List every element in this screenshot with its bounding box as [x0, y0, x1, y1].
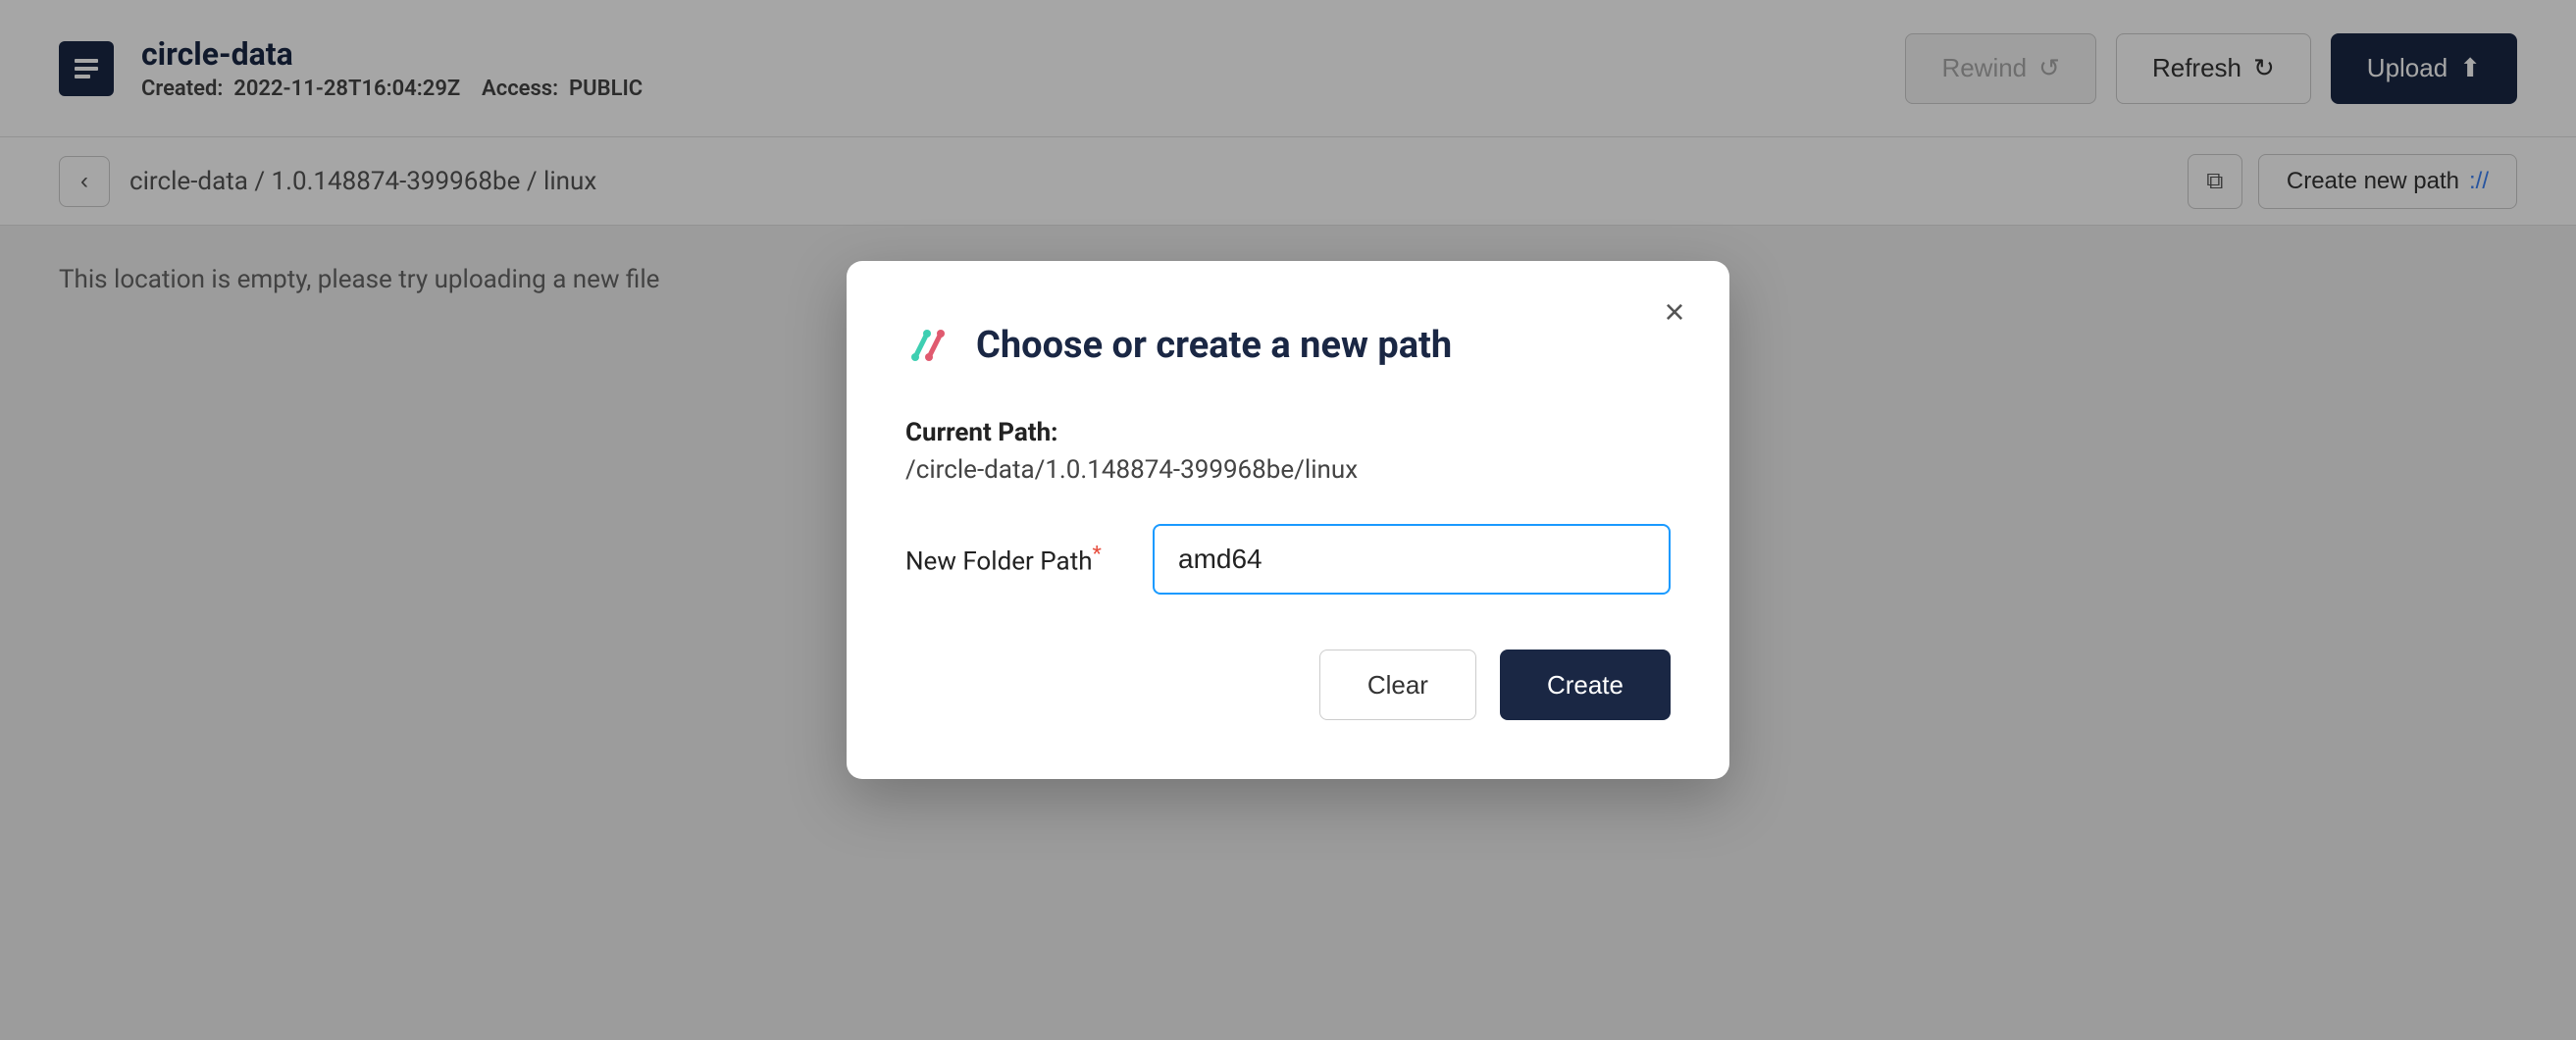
clear-button[interactable]: Clear [1319, 650, 1476, 720]
clear-label: Clear [1367, 670, 1428, 700]
brand-logo [905, 320, 956, 371]
modal-title: Choose or create a new path [976, 324, 1452, 367]
modal-actions: Clear Create [905, 650, 1671, 720]
modal-dialog: × Choose or create a new path Current Pa… [847, 261, 1729, 779]
create-button[interactable]: Create [1500, 650, 1671, 720]
folder-path-label: New Folder Path* [905, 542, 1121, 577]
current-path-label: Current Path: [905, 418, 1671, 447]
current-path-value: /circle-data/1.0.148874-399968be/linux [905, 455, 1671, 485]
close-icon: × [1664, 294, 1684, 330]
modal-overlay: × Choose or create a new path Current Pa… [0, 0, 2576, 1040]
create-label: Create [1547, 670, 1623, 700]
folder-path-input[interactable] [1153, 524, 1671, 595]
modal-header: Choose or create a new path [905, 320, 1671, 371]
folder-path-row: New Folder Path* [905, 524, 1671, 595]
modal-close-button[interactable]: × [1651, 288, 1698, 336]
